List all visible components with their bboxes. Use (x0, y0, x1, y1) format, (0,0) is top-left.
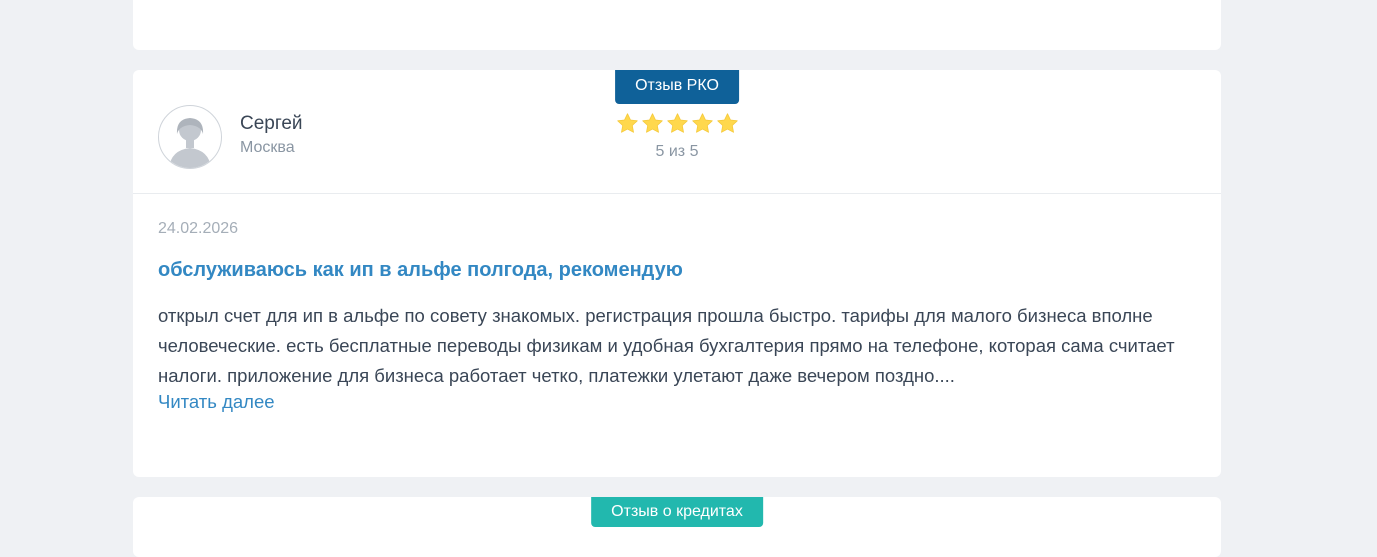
read-more-link[interactable]: Читать далее (158, 391, 275, 413)
rating: 5 из 5 (133, 112, 1221, 161)
star-icon (641, 113, 663, 133)
review-text: открыл счет для ип в альфе по совету зна… (158, 305, 1175, 386)
star-icon (716, 113, 738, 133)
review-body: 24.02.2026 обслуживаюсь как ип в альфе п… (133, 194, 1221, 413)
review-title[interactable]: обслуживаюсь как ип в альфе полгода, рек… (158, 259, 1196, 282)
review-date: 24.02.2026 (158, 220, 239, 237)
review-card: Отзыв РКО Сергей Москва 5 из 5 24.02.202… (133, 70, 1221, 477)
star-icon (666, 113, 688, 133)
star-icon (691, 113, 713, 133)
previous-review-card (133, 0, 1221, 50)
rating-stars (616, 112, 739, 135)
next-review-card: Отзыв о кредитах (133, 497, 1221, 557)
review-header: Сергей Москва 5 из 5 (133, 70, 1221, 194)
star-icon (616, 113, 638, 133)
rating-text: 5 из 5 (655, 143, 699, 160)
